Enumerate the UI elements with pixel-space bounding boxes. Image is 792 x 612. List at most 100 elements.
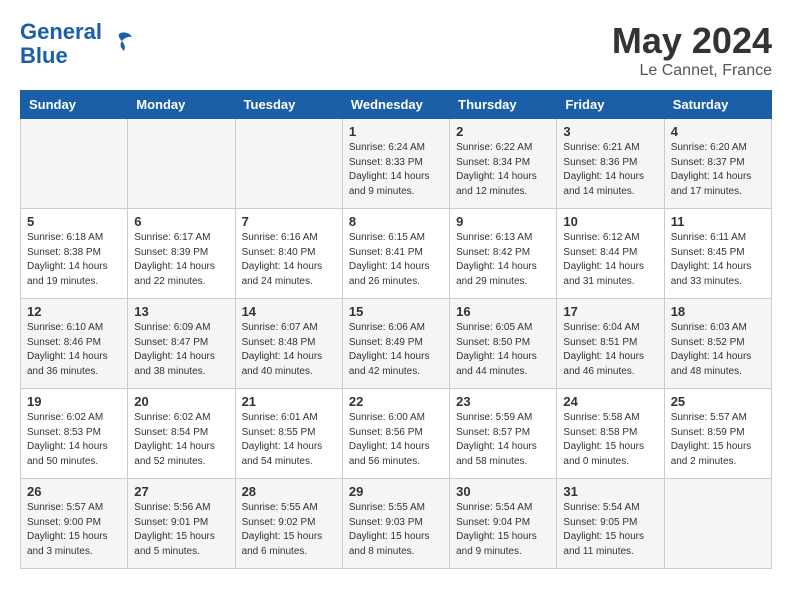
week-row-3: 12Sunrise: 6:10 AMSunset: 8:46 PMDayligh… — [21, 299, 772, 389]
cell-info: Sunrise: 5:57 AMSunset: 8:59 PMDaylight:… — [671, 411, 765, 469]
cell-info: Sunrise: 6:03 AMSunset: 8:52 PMDaylight:… — [671, 321, 765, 379]
sunrise-text: Sunrise: 6:07 AM — [242, 321, 336, 336]
daylight-text: Daylight: 15 hours and 5 minutes. — [134, 530, 228, 559]
date-number: 19 — [27, 394, 121, 409]
date-number: 10 — [563, 214, 657, 229]
calendar-table: SundayMondayTuesdayWednesdayThursdayFrid… — [20, 90, 772, 569]
sunset-text: Sunset: 8:50 PM — [456, 336, 550, 351]
calendar-cell: 23Sunrise: 5:59 AMSunset: 8:57 PMDayligh… — [450, 389, 557, 479]
day-header-friday: Friday — [557, 91, 664, 119]
sunset-text: Sunset: 9:00 PM — [27, 516, 121, 531]
calendar-cell: 10 Sunrise: 6:12 AMSunset: 8:44 PMDayligh… — [557, 209, 664, 299]
sunrise-text: Sunrise: 5:54 AM — [563, 501, 657, 516]
sunset-text: Sunset: 8:58 PM — [563, 426, 657, 441]
daylight-text: Daylight: 14 hours and 26 minutes. — [349, 260, 443, 289]
calendar-cell: 8Sunrise: 6:15 AMSunset: 8:41 PMDaylight… — [342, 209, 449, 299]
sunset-text: Sunset: 8:53 PM — [27, 426, 121, 441]
sunrise-text: Sunrise: 6:06 AM — [349, 321, 443, 336]
sunrise-text: Sunrise: 6:09 AM — [134, 321, 228, 336]
date-number: 25 — [671, 394, 765, 409]
sunrise-text: Sunrise: 6:11 AM — [671, 231, 765, 246]
sunrise-text: Sunrise: 6:01 AM — [242, 411, 336, 426]
calendar-cell: 6Sunrise: 6:17 AMSunset: 8:39 PMDaylight… — [128, 209, 235, 299]
daylight-text: Daylight: 15 hours and 6 minutes. — [242, 530, 336, 559]
page-header: GeneralBlue May 2024 Le Cannet, France — [20, 20, 772, 80]
date-number: 7 — [242, 214, 336, 229]
daylight-text: Daylight: 14 hours and 58 minutes. — [456, 440, 550, 469]
calendar-cell: 15Sunrise: 6:06 AMSunset: 8:49 PMDayligh… — [342, 299, 449, 389]
date-number: 13 — [134, 304, 228, 319]
calendar-cell: 14Sunrise: 6:07 AMSunset: 8:48 PMDayligh… — [235, 299, 342, 389]
daylight-text: Daylight: 14 hours and 19 minutes. — [27, 260, 121, 289]
daylight-text: Daylight: 15 hours and 8 minutes. — [349, 530, 443, 559]
cell-info: Sunrise: 5:55 AMSunset: 9:02 PMDaylight:… — [242, 501, 336, 559]
daylight-text: Daylight: 14 hours and 40 minutes. — [242, 350, 336, 379]
daylight-text: Daylight: 15 hours and 2 minutes. — [671, 440, 765, 469]
date-number: 24 — [563, 394, 657, 409]
sunset-text: Sunset: 9:02 PM — [242, 516, 336, 531]
date-number: 16 — [456, 304, 550, 319]
daylight-text: Daylight: 14 hours and 31 minutes. — [563, 260, 657, 289]
daylight-text: Daylight: 14 hours and 50 minutes. — [27, 440, 121, 469]
daylight-text: Daylight: 14 hours and 36 minutes. — [27, 350, 121, 379]
date-number: 9 — [456, 214, 550, 229]
calendar-cell: 27 Sunrise: 5:56 AMSunset: 9:01 PMDayligh… — [128, 479, 235, 569]
date-number: 15 — [349, 304, 443, 319]
daylight-text: Daylight: 15 hours and 3 minutes. — [27, 530, 121, 559]
sunset-text: Sunset: 8:37 PM — [671, 156, 765, 171]
calendar-cell: 22Sunrise: 6:00 AMSunset: 8:56 PMDayligh… — [342, 389, 449, 479]
sunrise-text: Sunrise: 6:20 AM — [671, 141, 765, 156]
cell-info: Sunrise: 6:01 AMSunset: 8:55 PMDaylight:… — [242, 411, 336, 469]
sunrise-text: Sunrise: 6:03 AM — [671, 321, 765, 336]
week-row-2: 5 Sunrise: 6:18 AMSunset: 8:38 PMDaylight… — [21, 209, 772, 299]
cell-info: Sunrise: 6:04 AMSunset: 8:51 PMDaylight:… — [563, 321, 657, 379]
date-number: 12 — [27, 304, 121, 319]
logo-text: GeneralBlue — [20, 20, 102, 68]
sunrise-text: Sunrise: 6:18 AM — [27, 231, 121, 246]
cell-info: Sunrise: 5:58 AMSunset: 8:58 PMDaylight:… — [563, 411, 657, 469]
calendar-cell: 13Sunrise: 6:09 AMSunset: 8:47 PMDayligh… — [128, 299, 235, 389]
cell-info: Sunrise: 6:22 AMSunset: 8:34 PMDaylight:… — [456, 141, 550, 199]
sunset-text: Sunset: 8:39 PM — [134, 246, 228, 261]
sunset-text: Sunset: 8:52 PM — [671, 336, 765, 351]
calendar-cell — [235, 119, 342, 209]
sunrise-text: Sunrise: 6:13 AM — [456, 231, 550, 246]
day-header-row: SundayMondayTuesdayWednesdayThursdayFrid… — [21, 91, 772, 119]
daylight-text: Daylight: 14 hours and 56 minutes. — [349, 440, 443, 469]
calendar-cell: 20Sunrise: 6:02 AMSunset: 8:54 PMDayligh… — [128, 389, 235, 479]
sunset-text: Sunset: 8:41 PM — [349, 246, 443, 261]
cell-info: Sunrise: 6:18 AMSunset: 8:38 PMDaylight:… — [27, 231, 121, 289]
date-number: 29 — [349, 484, 443, 499]
cell-info: Sunrise: 6:11 AMSunset: 8:45 PMDaylight:… — [671, 231, 765, 289]
sunrise-text: Sunrise: 5:57 AM — [671, 411, 765, 426]
cell-info: Sunrise: 6:16 AMSunset: 8:40 PMDaylight:… — [242, 231, 336, 289]
cell-info: Sunrise: 6:05 AMSunset: 8:50 PMDaylight:… — [456, 321, 550, 379]
cell-info: Sunrise: 6:07 AMSunset: 8:48 PMDaylight:… — [242, 321, 336, 379]
cell-info: Sunrise: 5:54 AMSunset: 9:04 PMDaylight:… — [456, 501, 550, 559]
sunset-text: Sunset: 8:57 PM — [456, 426, 550, 441]
date-number: 6 — [134, 214, 228, 229]
cell-info: Sunrise: 6:12 AMSunset: 8:44 PMDaylight:… — [563, 231, 657, 289]
calendar-cell: 28Sunrise: 5:55 AMSunset: 9:02 PMDayligh… — [235, 479, 342, 569]
calendar-cell: 3Sunrise: 6:21 AMSunset: 8:36 PMDaylight… — [557, 119, 664, 209]
daylight-text: Daylight: 14 hours and 54 minutes. — [242, 440, 336, 469]
cell-info: Sunrise: 6:00 AMSunset: 8:56 PMDaylight:… — [349, 411, 443, 469]
sunrise-text: Sunrise: 6:24 AM — [349, 141, 443, 156]
sunrise-text: Sunrise: 6:10 AM — [27, 321, 121, 336]
date-number: 20 — [134, 394, 228, 409]
cell-info: Sunrise: 5:55 AMSunset: 9:03 PMDaylight:… — [349, 501, 443, 559]
date-number: 23 — [456, 394, 550, 409]
date-number: 27 — [134, 484, 228, 499]
daylight-text: Daylight: 14 hours and 29 minutes. — [456, 260, 550, 289]
date-number: 5 — [27, 214, 121, 229]
date-number: 11 — [671, 214, 765, 229]
sunset-text: Sunset: 8:42 PM — [456, 246, 550, 261]
sunset-text: Sunset: 8:54 PM — [134, 426, 228, 441]
sunset-text: Sunset: 9:01 PM — [134, 516, 228, 531]
daylight-text: Daylight: 14 hours and 17 minutes. — [671, 170, 765, 199]
cell-info: Sunrise: 5:57 AMSunset: 9:00 PMDaylight:… — [27, 501, 121, 559]
calendar-cell — [21, 119, 128, 209]
sunset-text: Sunset: 9:04 PM — [456, 516, 550, 531]
sunrise-text: Sunrise: 6:16 AM — [242, 231, 336, 246]
sunrise-text: Sunrise: 5:56 AM — [134, 501, 228, 516]
